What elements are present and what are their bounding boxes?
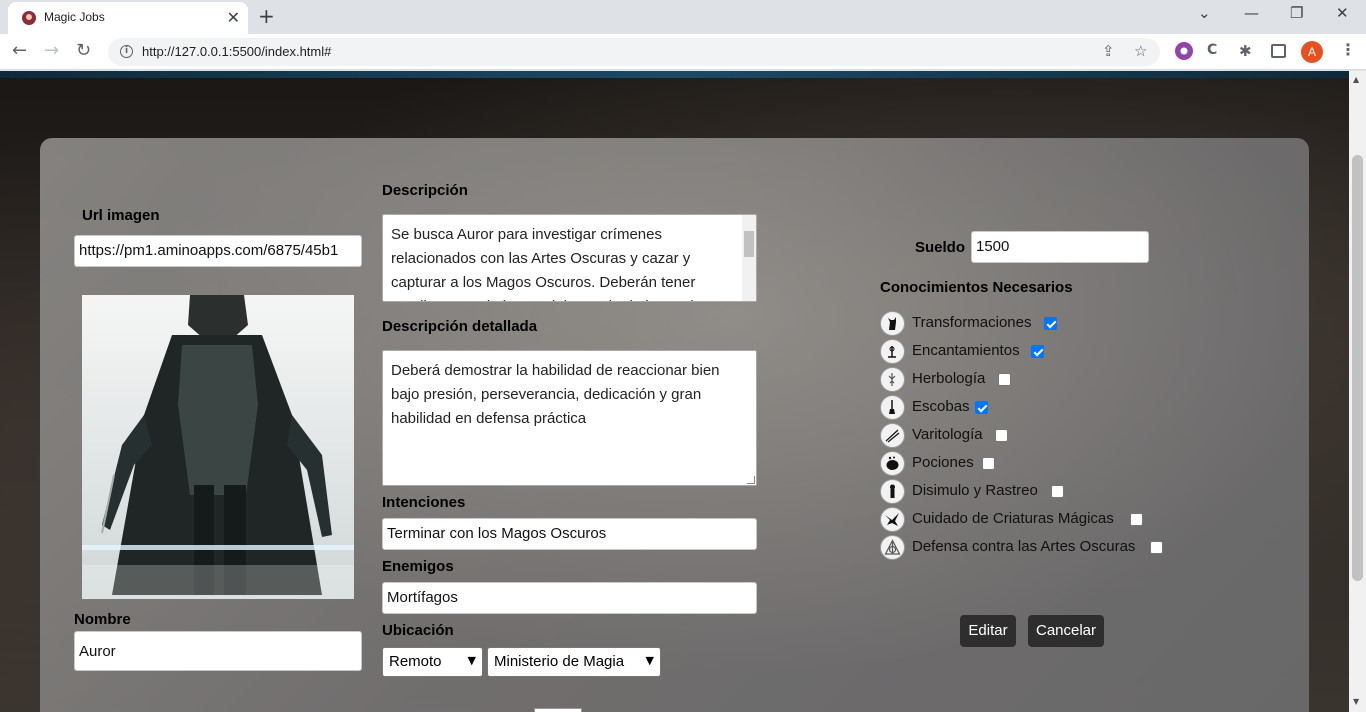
browser-toolbar: ← → ↻ i http://127.0.0.1:5500/index.html… — [0, 34, 1366, 70]
skill-varitologia: Varitología — [880, 423, 1200, 449]
keyhole-icon — [880, 479, 905, 504]
side-panel-icon[interactable] — [1271, 44, 1286, 58]
skill-pociones: Pociones — [880, 451, 1200, 477]
broom-icon — [880, 395, 905, 420]
minimize-icon[interactable]: — — [1244, 4, 1259, 22]
scroll-down-icon[interactable]: ▼ — [1353, 697, 1359, 706]
location-mode-select[interactable]: Remoto ▼ — [382, 647, 483, 677]
skill-label: Transformaciones — [912, 314, 1032, 331]
skill-label: Disimulo y Rastreo — [912, 482, 1038, 499]
description-textarea[interactable]: Se busca Auror para investigar crímenes … — [382, 214, 757, 302]
site-info-icon[interactable]: i — [120, 45, 133, 58]
browser-tabstrip: Magic Jobs ✕ + ⌄ — ❐ ✕ — [0, 0, 1366, 34]
skill-escobas: Escobas — [880, 395, 1200, 421]
location-label: Ubicación — [382, 622, 454, 639]
profile-avatar[interactable]: A — [1301, 41, 1323, 63]
skill-checkbox[interactable] — [998, 373, 1011, 386]
page-scrollbar[interactable]: ▲ ▼ — [1349, 71, 1366, 712]
description-label: Descripción — [382, 182, 468, 199]
bookmark-star-icon[interactable]: ☆ — [1134, 42, 1147, 60]
chevron-down-icon: ▼ — [467, 654, 476, 667]
skill-encantamientos: Encantamientos — [880, 339, 1200, 365]
mandrake-icon — [880, 367, 905, 392]
edit-button[interactable]: Editar — [960, 615, 1016, 647]
skill-label: Encantamientos — [912, 342, 1020, 359]
job-image — [82, 295, 354, 599]
cat-icon — [880, 311, 905, 336]
url-text[interactable]: http://127.0.0.1:5500/index.html# — [142, 44, 331, 59]
skill-label: Varitología — [912, 426, 983, 443]
scrollbar-thumb[interactable] — [1352, 155, 1363, 581]
close-tab-icon[interactable]: ✕ — [227, 8, 240, 27]
close-window-icon[interactable]: ✕ — [1336, 4, 1349, 22]
deathly-hallows-icon — [880, 535, 905, 560]
skills-label: Conocimientos Necesarios — [880, 279, 1073, 296]
skill-label: Escobas — [912, 398, 970, 415]
chevron-down-icon: ▼ — [645, 654, 654, 667]
salary-label: Sueldo — [915, 239, 966, 256]
url-image-label: Url imagen — [82, 207, 160, 224]
extension-color-icon[interactable] — [1175, 42, 1193, 60]
skill-defensa-artes-oscuras: Defensa contra las Artes Oscuras — [880, 535, 1200, 561]
reload-icon[interactable]: ↻ — [76, 40, 91, 61]
skill-checkbox[interactable] — [975, 401, 988, 414]
restore-icon[interactable]: ❐ — [1290, 4, 1303, 22]
scroll-up-icon[interactable]: ▲ — [1353, 75, 1359, 84]
name-label: Nombre — [74, 611, 131, 628]
location-place-select[interactable]: Ministerio de Magia ▼ — [487, 647, 661, 677]
wands-icon — [880, 423, 905, 448]
enemies-label: Enemigos — [382, 558, 454, 575]
skill-criaturas-magicas: Cuidado de Criaturas Mágicas — [880, 507, 1200, 533]
resize-grip-icon[interactable] — [747, 476, 755, 484]
header-strip — [0, 71, 1349, 78]
partial-input[interactable] — [534, 708, 582, 712]
skill-transformaciones: Transformaciones — [880, 311, 1200, 337]
skill-checkbox[interactable] — [982, 457, 995, 470]
extensions-puzzle-icon[interactable]: ✱ — [1239, 42, 1257, 60]
browser-tab[interactable]: Magic Jobs ✕ — [8, 2, 248, 34]
favicon-icon — [22, 11, 36, 25]
skill-label: Defensa contra las Artes Oscuras — [912, 538, 1136, 555]
cancel-button[interactable]: Cancelar — [1028, 615, 1104, 647]
hippogriff-icon — [880, 507, 905, 532]
skill-disimulo-rastreo: Disimulo y Rastreo — [880, 479, 1200, 505]
skill-herbologia: Herbología — [880, 367, 1200, 393]
share-icon[interactable]: ⇪ — [1102, 42, 1115, 60]
forward-icon[interactable]: → — [44, 40, 59, 61]
skill-label: Cuidado de Criaturas Mágicas — [912, 510, 1114, 527]
detailed-description-text: Deberá demostrar la habilidad de reaccio… — [391, 362, 720, 427]
enemies-input[interactable]: Mortífagos — [382, 582, 757, 614]
skill-label: Herbología — [912, 370, 986, 387]
intentions-input[interactable]: Terminar con los Magos Oscuros — [382, 518, 757, 550]
detailed-description-textarea[interactable]: Deberá demostrar la habilidad de reaccio… — [382, 350, 757, 486]
browser-menu-icon[interactable]: ⋮ — [1340, 40, 1356, 59]
detailed-description-label: Descripción detallada — [382, 318, 538, 335]
new-tab-icon[interactable]: + — [258, 4, 275, 28]
auror-figure-image — [82, 295, 354, 599]
location-place-value: Ministerio de Magia — [494, 653, 625, 670]
intentions-label: Intenciones — [382, 494, 466, 511]
skill-checkbox[interactable] — [995, 429, 1008, 442]
skill-checkbox[interactable] — [1044, 317, 1057, 330]
description-text: Se busca Auror para investigar crímenes … — [391, 226, 702, 301]
extension-c-icon[interactable]: C — [1207, 42, 1225, 60]
url-image-input[interactable]: https://pm1.aminoapps.com/6875/45b1 — [74, 235, 362, 267]
skill-checkbox[interactable] — [1031, 345, 1044, 358]
tab-search-icon[interactable]: ⌄ — [1198, 4, 1211, 22]
name-input[interactable]: Auror — [74, 631, 362, 671]
skill-checkbox[interactable] — [1130, 513, 1143, 526]
skill-label: Pociones — [912, 454, 974, 471]
address-bar[interactable]: i http://127.0.0.1:5500/index.html# ⇪ ☆ — [108, 38, 1160, 66]
skill-checkbox[interactable] — [1150, 541, 1163, 554]
wand-spark-icon — [880, 339, 905, 364]
description-scrollbar[interactable] — [742, 215, 756, 301]
skill-checkbox[interactable] — [1051, 485, 1064, 498]
tab-title: Magic Jobs — [44, 10, 105, 24]
back-icon[interactable]: ← — [12, 40, 27, 61]
cauldron-icon — [880, 451, 905, 476]
salary-input[interactable]: 1500 — [971, 231, 1149, 263]
location-mode-value: Remoto — [389, 653, 442, 670]
page-viewport: Url imagen https://pm1.aminoapps.com/687… — [0, 71, 1349, 712]
